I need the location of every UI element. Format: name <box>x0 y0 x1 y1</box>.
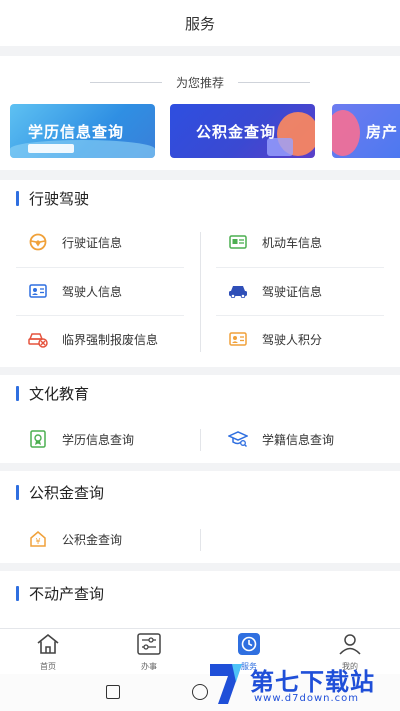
section-driving: 行驶驾驶 行驶证信息 机动车信息 驾驶人信息 驾驶证信息 临界强制报废信息 驾驶… <box>0 180 400 367</box>
service-item-label: 学历信息查询 <box>62 432 135 447</box>
section-title: 不动产查询 <box>16 583 104 604</box>
points-card-icon <box>228 329 248 349</box>
tab-label: 办事 <box>141 662 157 671</box>
service-item-driver-info[interactable]: 驾驶人信息 <box>28 267 122 315</box>
section-title: 公积金查询 <box>16 482 104 503</box>
watermark-logo <box>206 660 246 708</box>
section-title: 文化教育 <box>16 383 89 404</box>
banner-fund-query[interactable]: 公积金查询 <box>170 104 315 158</box>
tab-label: 首页 <box>40 662 56 671</box>
recommend-heading: 为您推荐 <box>175 76 224 90</box>
banner-decoration <box>332 110 360 156</box>
section-marker <box>16 485 19 500</box>
divider <box>200 529 201 551</box>
section-title: 行驶驾驶 <box>16 188 89 209</box>
service-item-label: 驾驶证信息 <box>262 284 323 299</box>
banner-label: 学历信息查询 <box>28 122 125 141</box>
graduation-cap-icon <box>228 429 248 449</box>
divider <box>200 429 201 451</box>
recommend-panel: 为您推荐 学历信息查询 公积金查询 房产 <box>0 56 400 170</box>
section-real-estate: 不动产查询 <box>0 571 400 628</box>
banner-label: 公积金查询 <box>196 122 277 141</box>
user-icon <box>337 633 363 659</box>
car-scrap-icon <box>28 329 48 349</box>
service-item-label: 临界强制报废信息 <box>62 332 159 347</box>
section-title-text: 公积金查询 <box>29 484 105 502</box>
service-item-education-query[interactable]: 学历信息查询 <box>28 415 134 463</box>
section-housing-fund: 公积金查询 ¥ 公积金查询 <box>0 471 400 563</box>
service-item-license-info[interactable]: 驾驶证信息 <box>228 267 322 315</box>
divider <box>89 82 162 83</box>
id-card-icon <box>28 281 48 301</box>
section-title-text: 行驶驾驶 <box>29 190 90 208</box>
banner-education-query[interactable]: 学历信息查询 <box>10 104 155 158</box>
clock-icon <box>236 633 262 659</box>
page-title: 服务 <box>184 14 215 33</box>
tab-home[interactable]: 首页 <box>18 633 78 672</box>
section-education: 文化教育 学历信息查询 学籍信息查询 <box>0 375 400 463</box>
certificate-icon <box>28 429 48 449</box>
service-item-label: 驾驶人信息 <box>62 284 123 299</box>
bus-illustration <box>28 144 74 153</box>
steering-wheel-icon <box>28 232 48 252</box>
house-yuan-icon: ¥ <box>28 529 48 549</box>
service-item-student-status-query[interactable]: 学籍信息查询 <box>228 415 334 463</box>
tab-affairs[interactable]: 办事 <box>119 633 179 672</box>
top-bar: 服务 <box>0 0 400 46</box>
section-marker <box>16 586 19 601</box>
home-icon <box>35 633 61 659</box>
car-icon <box>228 281 248 301</box>
svg-text:¥: ¥ <box>35 537 40 546</box>
section-title-text: 不动产查询 <box>29 585 105 603</box>
service-item-label: 学籍信息查询 <box>262 432 335 447</box>
vehicle-card-icon <box>228 232 248 252</box>
service-item-label: 驾驶人积分 <box>262 332 323 347</box>
watermark-url: www.d7down.com <box>254 693 360 704</box>
section-marker <box>16 386 19 401</box>
service-item-label: 行驶证信息 <box>62 235 123 250</box>
watermark-name: 第七下载站 <box>250 668 375 696</box>
service-item-driver-points[interactable]: 驾驶人积分 <box>228 315 322 363</box>
service-item-scrap-info[interactable]: 临界强制报废信息 <box>28 315 158 363</box>
divider <box>200 232 201 352</box>
watermark: 第七下载站 www.d7down.com <box>206 660 396 710</box>
banner-label: 房产 <box>366 122 399 141</box>
service-item-label: 机动车信息 <box>262 235 323 250</box>
sliders-icon <box>136 633 162 659</box>
section-marker <box>16 191 19 206</box>
service-item-vehicle-info[interactable]: 机动车信息 <box>228 218 322 266</box>
banner-realestate[interactable]: 房产 <box>332 104 400 158</box>
divider <box>238 82 310 83</box>
recommend-heading-row: 为您推荐 <box>0 74 400 91</box>
service-item-driving-license-info[interactable]: 行驶证信息 <box>28 218 122 266</box>
section-title-text: 文化教育 <box>29 385 90 403</box>
recent-apps-icon[interactable] <box>106 685 120 699</box>
service-item-label: 公积金查询 <box>62 532 123 547</box>
service-item-fund-query[interactable]: ¥ 公积金查询 <box>28 515 122 563</box>
